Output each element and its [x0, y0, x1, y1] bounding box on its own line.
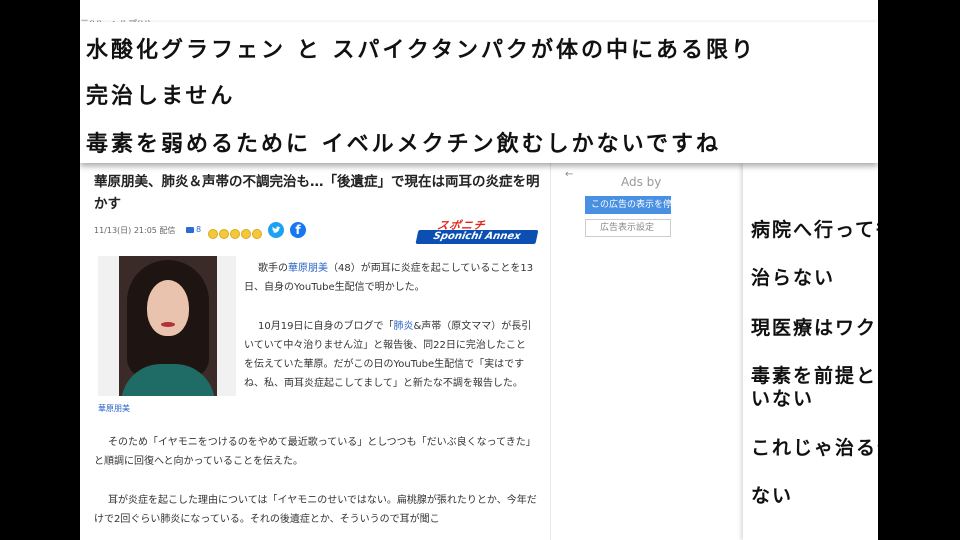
- comment-icon[interactable]: [186, 227, 194, 233]
- side-caption-line-3: 現医療はワクチン: [751, 317, 878, 339]
- photo-caption[interactable]: 華原朋美: [98, 403, 130, 414]
- news-article: 華原朋美、肺炎＆声帯の不調完治も…「後遺症」で現在は両耳の炎症を明かす 11/1…: [80, 163, 550, 540]
- topic-link[interactable]: 肺炎: [393, 321, 413, 332]
- comment-count[interactable]: 8: [196, 225, 201, 234]
- side-caption-line-2: 治らない: [751, 267, 836, 289]
- caption-line-2: 完治しません: [86, 84, 236, 109]
- article-paragraph-4: 耳が炎症を起こした理由については「イヤモニのせいではない。扁桃腺が張れたりとか、…: [94, 495, 537, 525]
- article-date: 11/13(日) 21:05 配信: [94, 226, 176, 235]
- ads-by-label: Ads by: [621, 175, 662, 189]
- caption-line-1: 水酸化グラフェン と スパイクタンパクが体の中にある限り: [86, 38, 757, 63]
- article-paragraph-2: 10月19日に自身のブログで「肺炎&声帯（原文ママ）が長引いていて中々治りません…: [244, 321, 532, 389]
- reaction-emoji-icon[interactable]: [230, 229, 240, 239]
- reaction-emojis[interactable]: [208, 224, 263, 243]
- stop-ad-button[interactable]: この広告の表示を停止: [585, 196, 671, 214]
- logo-text-bottom: Sponichi Annex: [415, 230, 539, 244]
- side-caption-line-6: これじゃ治る分け: [751, 437, 878, 459]
- article-paragraph-1: 歌手の華原朋美（48）が両耳に炎症を起こしていることを13日、自身のYouTub…: [244, 263, 534, 293]
- top-caption-overlay: 水酸化グラフェン と スパイクタンパクが体の中にある限り 完治しません 毒素を弱…: [80, 22, 878, 163]
- reaction-emoji-icon[interactable]: [241, 229, 251, 239]
- reaction-emoji-icon[interactable]: [219, 229, 229, 239]
- side-caption-line-5: いない: [751, 388, 815, 410]
- article-photo[interactable]: [98, 256, 236, 396]
- article-paragraph-3: そのため「イヤモニをつけるのをやめて最近歌っている」としつつも「だいぶ良くなって…: [94, 437, 536, 467]
- caption-line-3: 毒素を弱めるために イベルメクチン飲むしかないですね: [86, 132, 722, 157]
- reaction-emoji-icon[interactable]: [208, 229, 218, 239]
- side-caption-overlay: 病院へ行っても 治らない 現医療はワクチン 毒素を前提として いない これじゃ治…: [743, 163, 878, 540]
- sponichi-logo[interactable]: スポニチ Sponichi Annex: [415, 217, 547, 247]
- back-arrow-icon[interactable]: ←: [565, 169, 573, 180]
- side-caption-line-7: ない: [751, 485, 794, 507]
- facebook-share-icon[interactable]: f: [290, 222, 306, 238]
- portrait-image: [119, 256, 217, 396]
- side-caption-line-1: 病院へ行っても: [751, 219, 878, 241]
- reaction-emoji-icon[interactable]: [252, 229, 262, 239]
- ad-settings-button[interactable]: 広告表示設定: [585, 219, 671, 237]
- twitter-share-icon[interactable]: [268, 222, 284, 238]
- browser-viewport: 示(V) ヘルプ(H) 水酸化グラフェン と スパイクタンパクが体の中にある限り…: [80, 0, 878, 540]
- person-link[interactable]: 華原朋美: [288, 263, 328, 274]
- ads-panel: ← Ads by この広告の表示を停止 広告表示設定: [550, 163, 671, 540]
- article-headline[interactable]: 華原朋美、肺炎＆声帯の不調完治も…「後遺症」で現在は両耳の炎症を明かす: [94, 171, 544, 215]
